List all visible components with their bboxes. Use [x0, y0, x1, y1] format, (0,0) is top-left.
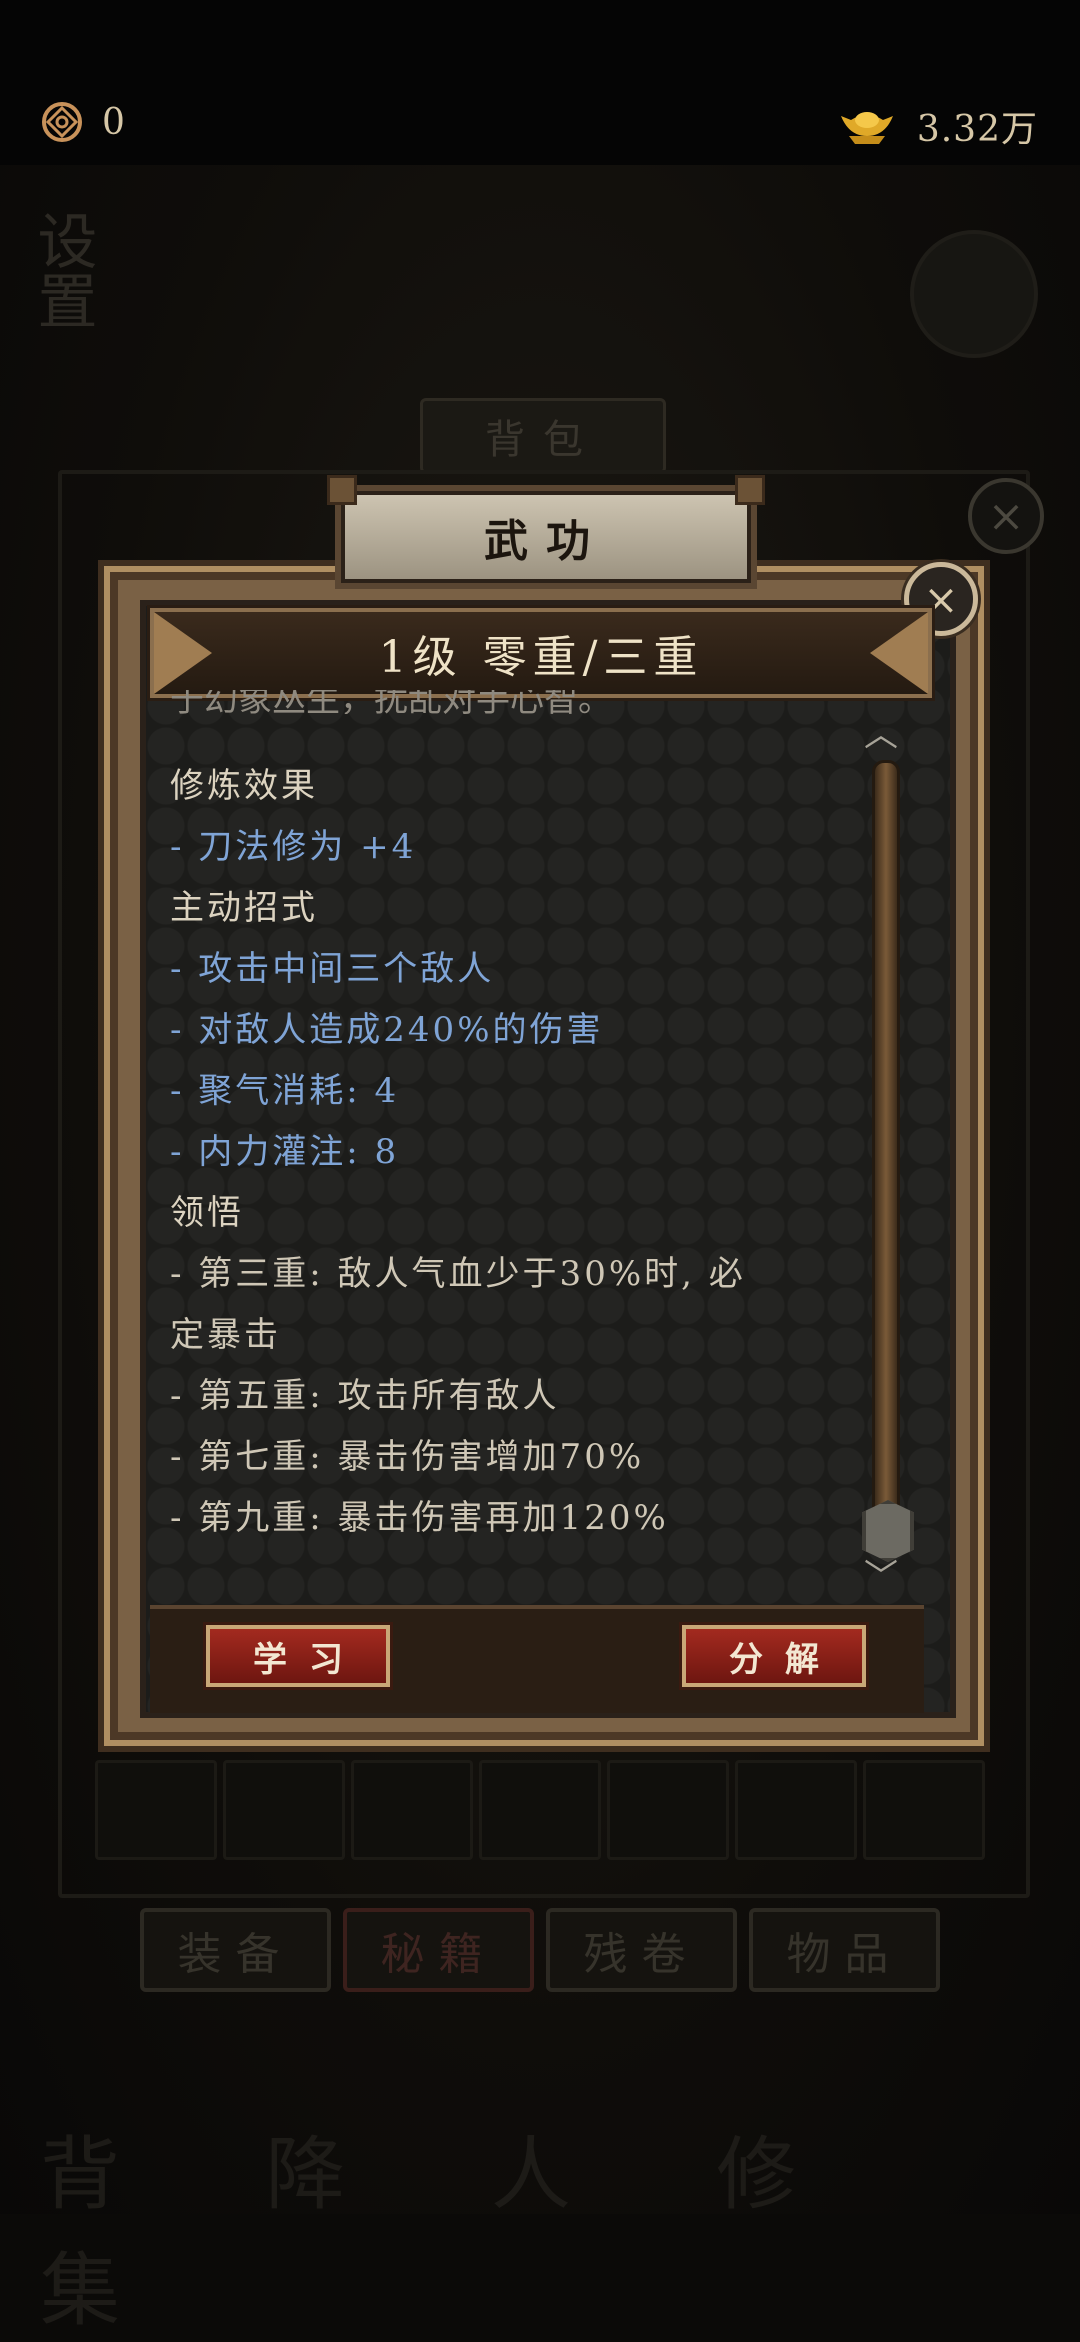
tab-equipment[interactable]: 装备: [140, 1908, 331, 1992]
tab-items[interactable]: 物品: [749, 1908, 940, 1992]
insight-line: - 第九重: 暴击伤害再加120%: [170, 1498, 669, 1538]
coin-icon: [42, 102, 82, 142]
backpack-slot[interactable]: [95, 1760, 217, 1860]
insight-line: 定暴击: [170, 1315, 281, 1355]
backpack-tabs: 装备 秘籍 残卷 物品: [140, 1908, 940, 1992]
gold-value: 3.32万: [916, 109, 1038, 150]
scrollbar-thumb[interactable]: [862, 1500, 914, 1562]
top-status-bar: 0 3.32万: [0, 0, 1080, 165]
scroll-up-chevron-icon[interactable]: ︿: [864, 718, 898, 752]
backpack-slot[interactable]: [607, 1760, 729, 1860]
insight-line: - 第三重: 敌人气血少于30%时, 必: [170, 1254, 746, 1294]
backpack-slot[interactable]: [863, 1760, 985, 1860]
backpack-close-icon[interactable]: ×: [968, 478, 1044, 554]
insight-line: - 第五重: 攻击所有敌人: [170, 1376, 560, 1416]
effect-line: - 刀法修为 +4: [170, 827, 417, 867]
effect-line: - 聚气消耗: 4: [170, 1071, 400, 1111]
decompose-button[interactable]: 分解: [682, 1625, 866, 1687]
header-corner-right: [870, 612, 928, 694]
learn-button[interactable]: 学习: [206, 1625, 390, 1687]
tab-fragments[interactable]: 残卷: [546, 1908, 737, 1992]
gold-ingot-icon: [840, 112, 893, 144]
clipped-description: 于幻象丛生，扰乱对手心智。: [170, 690, 612, 714]
coin-counter: 0: [40, 100, 125, 144]
backpack-slot[interactable]: [479, 1760, 601, 1860]
tab-manuals[interactable]: 秘籍: [343, 1908, 534, 1992]
section-heading: 领悟: [170, 1193, 244, 1233]
backpack-title: 背包: [420, 398, 666, 474]
background-title: 设置: [27, 210, 97, 330]
scrollbar-track[interactable]: [872, 760, 900, 1526]
coin-value: 0: [102, 101, 125, 143]
effect-line: - 对敌人造成240%的伤害: [170, 1010, 604, 1050]
backpack-slot[interactable]: [735, 1760, 857, 1860]
section-heading: 修炼效果: [170, 766, 318, 806]
description-scroll-area[interactable]: 于幻象丛生，扰乱对手心智。 修炼效果 - 刀法修为 +4 主动招式 - 攻击中间…: [170, 690, 850, 1570]
section-heading: 主动招式: [170, 888, 318, 928]
header-corner-left: [154, 612, 212, 694]
background-nav-text: 背 降 人 修 集: [40, 2128, 857, 2337]
backpack-grid: [95, 1760, 985, 1860]
backpack-slot[interactable]: [223, 1760, 345, 1860]
insight-line: - 第七重: 暴击伤害增加70%: [170, 1437, 645, 1477]
gold-counter: 3.32万: [839, 100, 1038, 152]
level-title: 1级 零重/三重: [378, 632, 704, 683]
effect-line: - 内力灌注: 8: [170, 1132, 400, 1172]
dialog-header: 1级 零重/三重: [150, 608, 932, 698]
scroll-down-chevron-icon[interactable]: ﹀: [864, 1560, 898, 1594]
background-medallion: [910, 230, 1038, 358]
backpack-slot[interactable]: [351, 1760, 473, 1860]
effect-line: - 攻击中间三个敌人: [170, 949, 495, 989]
dialog-tab-title: 武功: [327, 475, 765, 589]
